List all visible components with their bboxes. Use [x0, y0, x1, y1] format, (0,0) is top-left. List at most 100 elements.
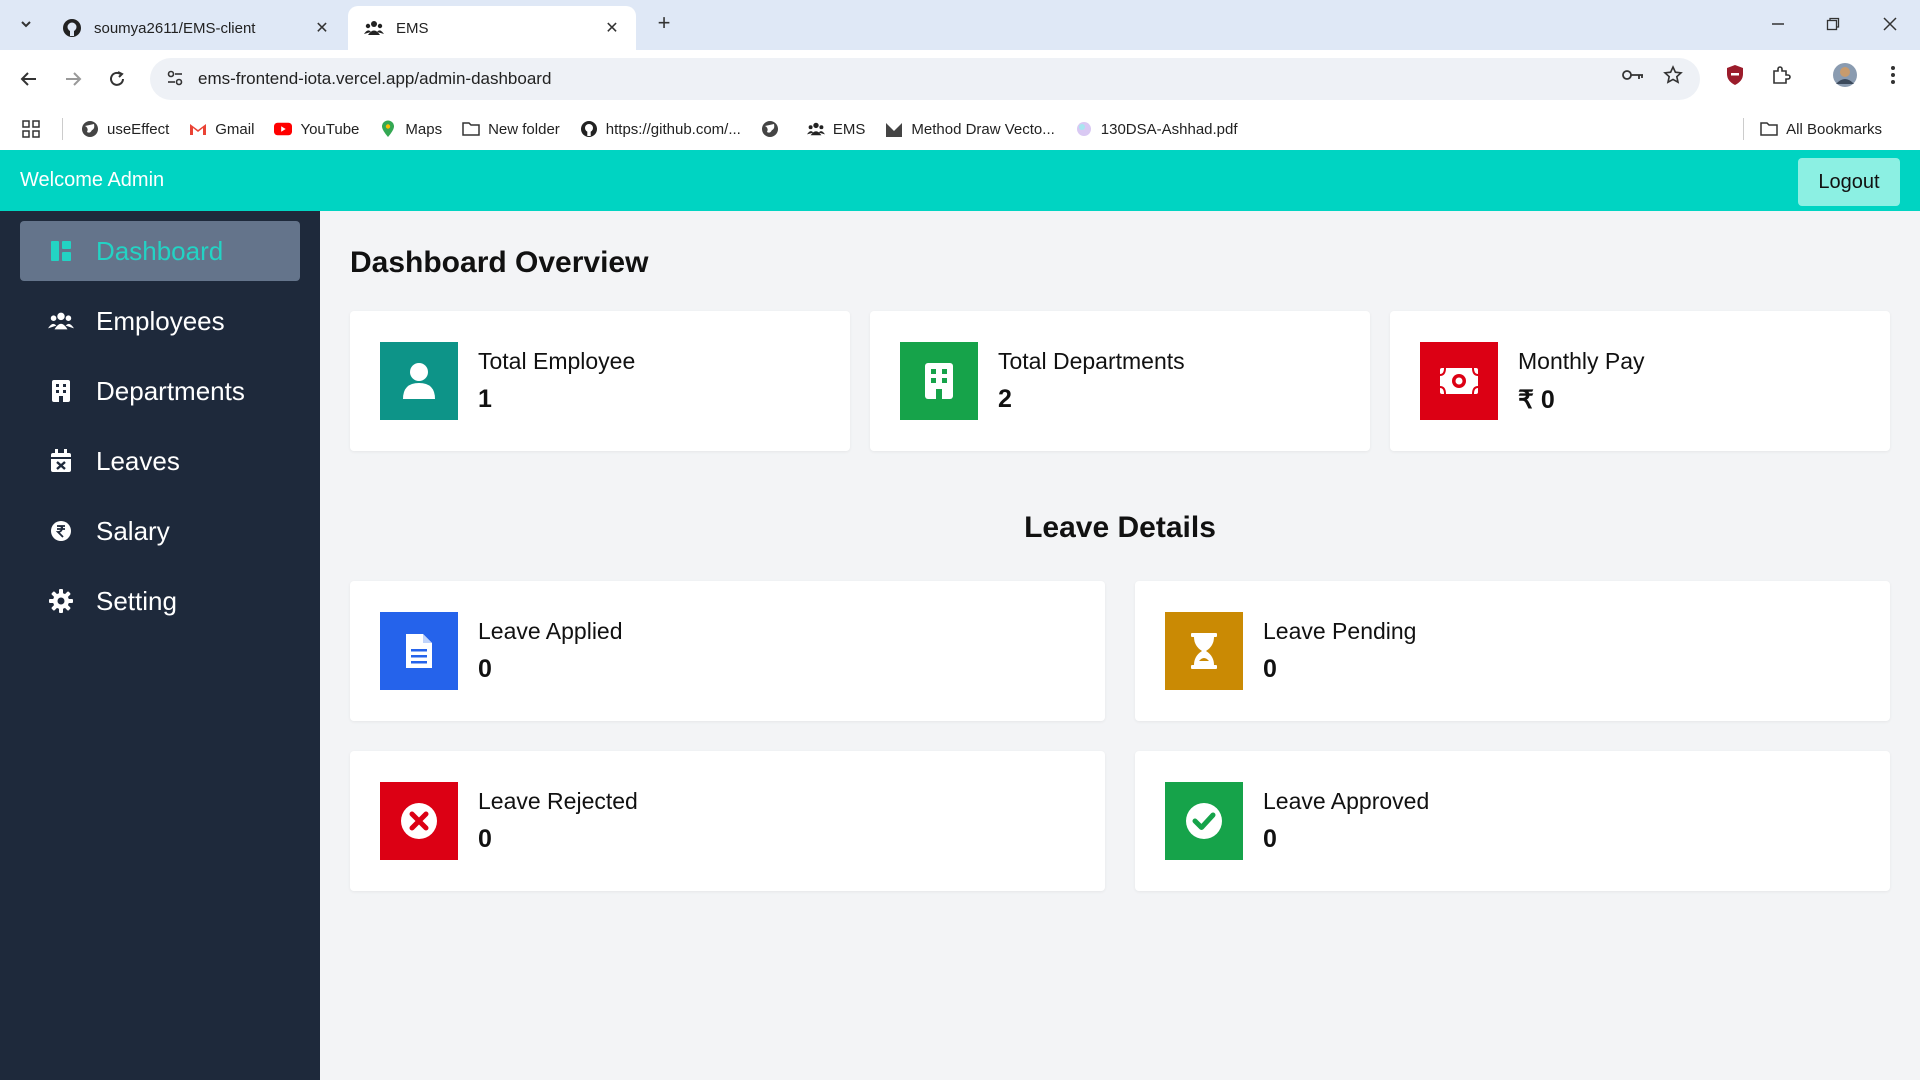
rupee-icon	[48, 518, 74, 544]
bookmark-label: Method Draw Vecto...	[911, 120, 1055, 138]
bookmark-ems[interactable]: EMS	[806, 120, 865, 138]
sidebar: Dashboard Employees Departments Leaves S…	[0, 211, 320, 1080]
bookmark-label: 130DSA-Ashhad.pdf	[1100, 120, 1238, 138]
welcome-text: Welcome Admin	[20, 169, 165, 191]
card-label: Leave Approved	[1263, 788, 1430, 814]
bookmark-github[interactable]: https://github.com/...	[580, 120, 741, 138]
card-value: 0	[1263, 655, 1277, 683]
browser-toolbar: ems-frontend-iota.vercel.app/admin-dashb…	[0, 50, 1920, 108]
method-draw-icon	[885, 120, 903, 138]
bookmark-label: https://github.com/...	[605, 120, 741, 138]
folder-icon	[1760, 120, 1778, 138]
globe-icon	[81, 120, 99, 138]
leave-card-pending: Leave Pending 0	[1135, 581, 1890, 721]
arrow-left-icon	[20, 72, 36, 86]
app-header: Welcome Admin Logout	[0, 150, 1920, 211]
sidebar-item-leaves[interactable]: Leaves	[20, 431, 300, 491]
card-label: Leave Applied	[478, 618, 623, 644]
browser-tab-github[interactable]: soumya2611/EMS-client ✕	[46, 6, 346, 50]
minimize-icon	[1772, 23, 1784, 25]
close-icon[interactable]: ✕	[312, 18, 332, 38]
chevron-down-icon	[21, 21, 31, 28]
users-icon	[806, 120, 825, 138]
bookmark-label: YouTube	[300, 120, 360, 138]
close-icon[interactable]: ✕	[602, 18, 622, 38]
forward-button[interactable]	[58, 64, 88, 94]
logout-button[interactable]: Logout	[1798, 158, 1900, 206]
tab-title: EMS	[396, 19, 429, 37]
sidebar-item-departments[interactable]: Departments	[20, 361, 300, 421]
bookmark-star-icon[interactable]	[1658, 60, 1688, 90]
browser-tab-strip: soumya2611/EMS-client ✕ EMS ✕ +	[0, 0, 1920, 50]
tab-search-button[interactable]	[12, 10, 40, 38]
bookmark-method-draw[interactable]: Method Draw Vecto...	[885, 120, 1055, 138]
summary-card-total-departments: Total Departments 2	[870, 311, 1370, 451]
minimize-button[interactable]	[1758, 10, 1798, 38]
bookmark-gmail[interactable]: Gmail	[189, 120, 254, 138]
all-bookmarks-button[interactable]: All Bookmarks	[1743, 118, 1882, 140]
address-bar[interactable]: ems-frontend-iota.vercel.app/admin-dashb…	[150, 58, 1700, 100]
bookmarks-bar: useEffect Gmail YouTube Maps New folder …	[0, 108, 1920, 150]
browser-tab-ems[interactable]: EMS ✕	[348, 6, 636, 50]
bookmark-youtube[interactable]: YouTube	[274, 120, 359, 138]
site-settings-icon[interactable]	[166, 69, 186, 90]
shield-extension-icon[interactable]	[1720, 60, 1750, 90]
building-icon	[48, 378, 74, 404]
maps-icon	[379, 120, 397, 138]
users-icon	[48, 308, 74, 334]
leave-details-title: Leave Details	[1024, 511, 1216, 544]
extensions-puzzle-icon[interactable]	[1766, 60, 1796, 90]
card-value: 2	[998, 385, 1012, 413]
summary-card-total-employee: Total Employee 1	[350, 311, 850, 451]
arrow-right-icon	[66, 72, 82, 86]
card-value: 0	[1263, 825, 1277, 853]
new-tab-button[interactable]: +	[652, 12, 676, 36]
card-value: 0	[478, 655, 492, 683]
money-icon	[1420, 342, 1498, 420]
sidebar-item-label: Dashboard	[96, 235, 224, 266]
building-icon	[900, 342, 978, 420]
apps-grid-icon[interactable]	[22, 120, 40, 138]
password-key-icon[interactable]	[1618, 60, 1648, 90]
folder-icon	[462, 120, 480, 138]
card-value: ₹ 0	[1518, 385, 1555, 414]
card-value: 0	[478, 825, 492, 853]
window-close-button[interactable]	[1870, 10, 1910, 38]
reload-icon	[110, 71, 124, 86]
card-value: 1	[478, 385, 492, 413]
main-content: Dashboard Overview Total Employee 1 Tota…	[320, 211, 1920, 1080]
sidebar-item-label: Setting	[96, 585, 177, 616]
leave-card-approved: Leave Approved 0	[1135, 751, 1890, 891]
bookmark-new-folder[interactable]: New folder	[462, 120, 560, 138]
browser-menu-icon[interactable]	[1878, 60, 1908, 90]
sidebar-item-salary[interactable]: Salary	[20, 501, 300, 561]
tab-title: soumya2611/EMS-client	[94, 19, 256, 37]
profile-avatar[interactable]	[1830, 60, 1860, 90]
reload-button[interactable]	[102, 64, 132, 94]
file-icon	[380, 612, 458, 690]
restore-button[interactable]	[1813, 10, 1853, 38]
summary-card-monthly-pay: Monthly Pay ₹ 0	[1390, 311, 1890, 451]
bookmark-pdf[interactable]: 130DSA-Ashhad.pdf	[1075, 120, 1238, 138]
bookmark-useeffect[interactable]: useEffect	[81, 120, 169, 138]
gmail-icon	[189, 120, 207, 138]
sidebar-item-setting[interactable]: Setting	[20, 571, 300, 631]
sidebar-item-employees[interactable]: Employees	[20, 291, 300, 351]
dashboard-icon	[48, 238, 74, 264]
close-icon	[1883, 17, 1897, 31]
youtube-icon	[274, 120, 293, 138]
sidebar-item-label: Salary	[96, 515, 170, 546]
back-button[interactable]	[14, 64, 44, 94]
github-icon	[580, 120, 598, 138]
sidebar-item-dashboard[interactable]: Dashboard	[20, 221, 300, 281]
bookmarks-divider	[62, 118, 63, 140]
gear-icon	[48, 588, 74, 614]
page-title: Dashboard Overview	[350, 246, 649, 279]
hourglass-icon	[1165, 612, 1243, 690]
sidebar-item-label: Leaves	[96, 445, 180, 476]
bookmark-maps[interactable]: Maps	[379, 120, 442, 138]
bookmark-globe[interactable]	[761, 120, 787, 138]
pdf-icon	[1075, 120, 1093, 138]
bookmark-label: Maps	[405, 120, 443, 138]
users-icon	[364, 18, 384, 38]
